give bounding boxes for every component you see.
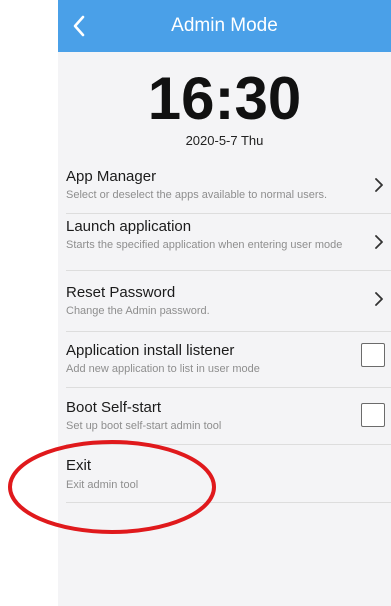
app-manager-title: App Manager xyxy=(66,168,157,185)
boot-self-start-row[interactable]: Boot Self-start Set up boot self-start a… xyxy=(58,388,391,445)
clock-date: 2020-5-7 Thu xyxy=(185,133,264,148)
chevron-right-icon xyxy=(375,235,383,249)
chevron-right-icon xyxy=(375,292,383,306)
exit-subtitle: Exit admin tool xyxy=(66,479,139,491)
exit-row[interactable]: Exit Exit admin tool xyxy=(58,445,391,503)
page-title: Admin Mode xyxy=(171,15,278,36)
launch-application-title: Launch application xyxy=(66,218,192,235)
exit-title: Exit xyxy=(66,457,92,474)
launch-application-subtitle: Starts the specified application when en… xyxy=(66,239,343,251)
app-manager-subtitle: Select or deselect the apps available to… xyxy=(66,189,328,201)
install-listener-title: Application install listener xyxy=(66,342,235,359)
reset-password-title: Reset Password xyxy=(66,284,176,301)
install-listener-checkbox[interactable] xyxy=(361,343,385,367)
boot-self-start-title: Boot Self-start xyxy=(66,399,162,416)
app-manager-row[interactable]: App Manager Select or deselect the apps … xyxy=(58,158,391,214)
install-listener-row[interactable]: Application install listener Add new app… xyxy=(58,332,391,388)
chevron-right-icon xyxy=(375,178,383,192)
clock-time: 16:30 xyxy=(147,65,302,132)
reset-password-row[interactable]: Reset Password Change the Admin password… xyxy=(58,271,391,332)
boot-self-start-checkbox[interactable] xyxy=(361,403,385,427)
admin-mode-screen: Admin Mode 16:30 2020-5-7 Thu App Manage… xyxy=(58,0,391,606)
launch-application-row[interactable]: Launch application Starts the specified … xyxy=(58,214,391,271)
install-listener-subtitle: Add new application to list in user mode xyxy=(66,363,260,375)
boot-self-start-subtitle: Set up boot self-start admin tool xyxy=(66,420,222,432)
reset-password-subtitle: Change the Admin password. xyxy=(66,305,210,317)
app-bar: Admin Mode xyxy=(58,0,391,52)
divider xyxy=(66,502,391,503)
